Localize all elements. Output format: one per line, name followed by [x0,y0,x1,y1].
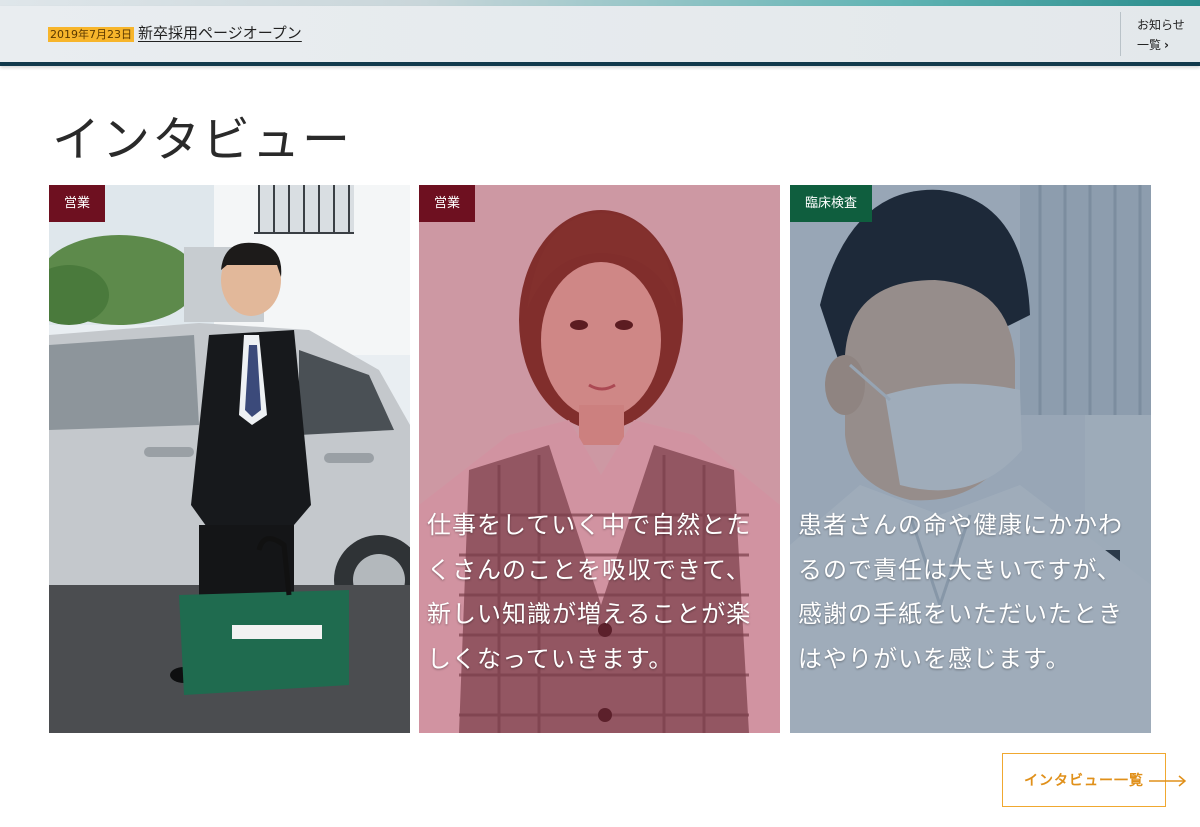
interview-card-3[interactable]: 臨床検査 患者さんの命や健康にかかわるので責任は大きいですが、感謝の手紙をいただ… [790,185,1151,733]
arrow-right-icon [1149,775,1187,787]
interview-card-1[interactable]: 営業 [49,185,410,733]
category-tag: 営業 [419,185,476,222]
news-list-link[interactable]: お知らせ 一覧 › [1137,15,1197,55]
interview-photo-sales-man [49,185,410,733]
interview-quote: 仕事をしていく中で自然とたくさんのことを吸収できて、新しい知識が増えることが楽し… [427,511,752,673]
interview-list-button[interactable]: インタビュー一覧 [1002,753,1166,807]
news-divider [1120,12,1121,56]
interview-card-2[interactable]: 営業 仕事をしていく中で自然とたくさんのことを吸収できて、新しい知識が増えること… [419,185,780,733]
news-date-badge: 2019年7月23日 [48,27,134,42]
news-list-label-2: 一覧 [1137,38,1162,52]
category-tag: 臨床検査 [790,185,873,222]
chevron-right-icon: › [1164,38,1169,52]
interview-quote: 患者さんの命や健康にかかわるので責任は大きいですが、感謝の手紙をいただいたときは… [798,511,1123,673]
news-bar: 2019年7月23日 新卒採用ページオープン お知らせ 一覧 › [0,6,1200,66]
page-title: インタビュー [52,112,353,168]
interview-list-button-label: インタビュー一覧 [1024,773,1144,789]
news-list-label: お知らせ [1137,18,1185,32]
news-headline-link[interactable]: 新卒採用ページオープン [138,23,302,43]
category-tag: 営業 [49,185,106,222]
